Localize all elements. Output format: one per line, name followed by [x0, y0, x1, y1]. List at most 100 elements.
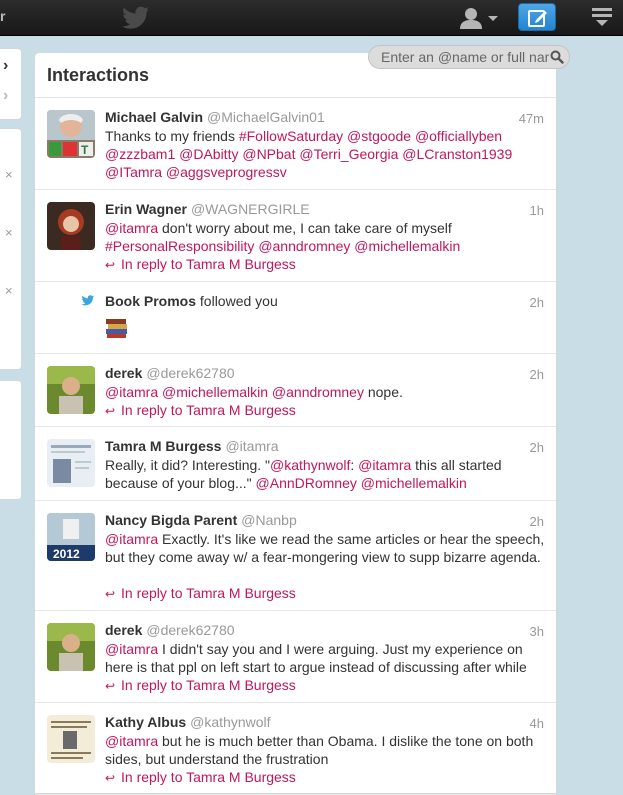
tweet-author: Tamra M Burgess @itamra	[105, 438, 279, 454]
search-icon[interactable]	[550, 50, 564, 64]
author-name[interactable]: Nancy Bigda Parent	[105, 512, 237, 528]
tweet-text: @itamra but he is much better than Obama…	[105, 733, 534, 767]
tweet-time[interactable]: 2h	[530, 367, 544, 382]
tweet-time[interactable]: 2h	[530, 514, 544, 529]
mention-link[interactable]: @michellemalkin	[354, 238, 460, 254]
tweet-time[interactable]: 3h	[530, 624, 544, 639]
search-box[interactable]	[368, 45, 570, 69]
author-handle[interactable]: @kathynwolf	[190, 714, 270, 730]
mention-link[interactable]: @AnnDRomney	[256, 475, 357, 491]
list-item[interactable]: derek @derek62780 3h @itamra I didn't say…	[35, 611, 556, 703]
author-handle[interactable]: @derek62780	[146, 622, 234, 638]
tweet-time[interactable]: 2h	[530, 295, 544, 310]
chevron-right-icon[interactable]: ›	[3, 57, 8, 75]
in-reply-to-link[interactable]: ↩ In reply to Tamra M Burgess	[105, 585, 296, 601]
author-handle[interactable]: @itamra	[225, 438, 278, 454]
chevron-right-icon[interactable]: ›	[3, 87, 8, 105]
mention-link[interactable]: @kathynwolf	[270, 457, 350, 473]
mention-link[interactable]: @LCranston1939	[402, 146, 512, 162]
user-menu-icon[interactable]	[455, 5, 501, 31]
mention-link[interactable]: @aggsveprogressv	[166, 164, 287, 180]
avatar[interactable]	[47, 715, 95, 763]
search-input[interactable]	[381, 48, 549, 66]
mention-link[interactable]: @stgoode	[347, 128, 411, 144]
tweet-author: Nancy Bigda Parent @Nanbp	[105, 512, 297, 528]
author-name[interactable]: Book Promos	[105, 293, 196, 309]
list-item[interactable]: 2012 Nancy Bigda Parent @Nanbp 2h @itamra…	[35, 501, 556, 611]
tweet-author: Michael Galvin @MichaelGalvin01	[105, 109, 325, 125]
mention-link[interactable]: @itamra	[105, 733, 158, 749]
left-nav-fragment: › ›	[0, 48, 22, 120]
tweet-time[interactable]: 47m	[519, 111, 544, 126]
reply-arrow-icon: ↩	[105, 679, 116, 693]
avatar[interactable]	[47, 202, 95, 250]
author-handle[interactable]: @derek62780	[146, 365, 234, 381]
mention-link[interactable]: @itamra	[358, 457, 411, 473]
avatar[interactable]: T	[47, 110, 95, 158]
follower-avatar[interactable]	[105, 315, 129, 339]
mention-link[interactable]: @itamra	[105, 531, 158, 547]
reply-arrow-icon: ↩	[105, 771, 116, 785]
mention-link[interactable]: @anndromney	[272, 384, 364, 400]
mention-link[interactable]: @anndromney	[258, 238, 350, 254]
mention-link[interactable]: @NPbat	[242, 146, 295, 162]
hashtag-link[interactable]: #FollowSaturday	[239, 128, 343, 144]
tweet-text: @itamra I didn't say you and I were argu…	[105, 641, 527, 675]
author-handle[interactable]: @WAGNERGIRLE	[191, 201, 310, 217]
reply-label: In reply to Tamra M Burgess	[121, 402, 296, 418]
author-name[interactable]: Kathy Albus	[105, 714, 186, 730]
list-item[interactable]: T Michael Galvin @MichaelGalvin01 47m Tha…	[35, 98, 556, 190]
author-handle[interactable]: @Nanbp	[241, 512, 296, 528]
author-name[interactable]: derek	[105, 365, 142, 381]
in-reply-to-link[interactable]: ↩ In reply to Tamra M Burgess	[105, 402, 296, 418]
list-item[interactable]: Tamra M Burgess @itamra 2h Really, it did…	[35, 427, 556, 501]
in-reply-to-link[interactable]: ↩ In reply to Tamra M Burgess	[105, 677, 296, 693]
mention-link[interactable]: @zzzbam1	[105, 146, 175, 162]
mention-link[interactable]: @ITamra	[105, 164, 162, 180]
avatar[interactable]	[47, 366, 95, 414]
avatar[interactable]: 2012	[47, 513, 95, 561]
follow-notification: Book Promos followed you	[105, 293, 278, 309]
tweet-author: Kathy Albus @kathynwolf	[105, 714, 271, 730]
author-name[interactable]: Erin Wagner	[105, 201, 187, 217]
tweet-time[interactable]: 2h	[530, 440, 544, 455]
author-name[interactable]: Tamra M Burgess	[105, 438, 221, 454]
in-reply-to-link[interactable]: ↩ In reply to Tamra M Burgess	[105, 256, 296, 272]
compose-icon	[528, 10, 547, 27]
mention-link[interactable]: @Terri_Georgia	[299, 146, 398, 162]
close-icon[interactable]: ×	[5, 225, 13, 240]
twitter-bird-icon[interactable]	[121, 4, 151, 30]
tweet-time[interactable]: 4h	[530, 716, 544, 731]
author-name[interactable]: Michael Galvin	[105, 109, 203, 125]
mention-link[interactable]: @DAbitty	[179, 146, 238, 162]
tweet-time[interactable]: 1h	[530, 203, 544, 218]
list-item[interactable]: Book Promos followed you 2h	[35, 282, 556, 354]
close-icon[interactable]: ×	[5, 167, 13, 182]
list-item[interactable]: derek @derek62780 2h @itamra @michellemal…	[35, 354, 556, 427]
twitter-bird-icon	[81, 295, 94, 306]
list-item[interactable]: Erin Wagner @WAGNERGIRLE 1h @itamra don't…	[35, 190, 556, 282]
tweet-text: @itamra @michellemalkin @anndromney nope…	[105, 384, 403, 400]
more-options-icon[interactable]	[590, 6, 614, 28]
author-name[interactable]: derek	[105, 622, 142, 638]
compose-tweet-button[interactable]	[518, 3, 556, 31]
reply-arrow-icon: ↩	[105, 587, 116, 601]
mention-link[interactable]: @itamra	[105, 220, 158, 236]
mention-link[interactable]: @michellemalkin	[162, 384, 268, 400]
reply-label: In reply to Tamra M Burgess	[121, 256, 296, 272]
in-reply-to-link[interactable]: ↩ In reply to Tamra M Burgess	[105, 769, 296, 785]
mention-link[interactable]: @officiallyben	[415, 128, 502, 144]
page-title: Interactions	[47, 65, 150, 85]
avatar[interactable]	[47, 623, 95, 671]
hashtag-link[interactable]: #PersonalResponsibility	[105, 238, 254, 254]
avatar[interactable]	[47, 439, 95, 487]
reply-label: In reply to Tamra M Burgess	[121, 769, 296, 785]
author-handle[interactable]: @MichaelGalvin01	[207, 109, 325, 125]
mention-link[interactable]: @itamra	[105, 641, 158, 657]
mention-link[interactable]: @itamra	[105, 384, 158, 400]
mention-link[interactable]: @michellemalkin	[361, 475, 467, 491]
close-icon[interactable]: ×	[5, 283, 13, 298]
interactions-panel: Interactions T Michael Galvin @MichaelGal…	[34, 52, 557, 795]
list-item[interactable]: Kathy Albus @kathynwolf 4h @itamra but he…	[35, 703, 556, 795]
tweet-text: Thanks to my friends #FollowSaturday @st…	[105, 128, 513, 180]
